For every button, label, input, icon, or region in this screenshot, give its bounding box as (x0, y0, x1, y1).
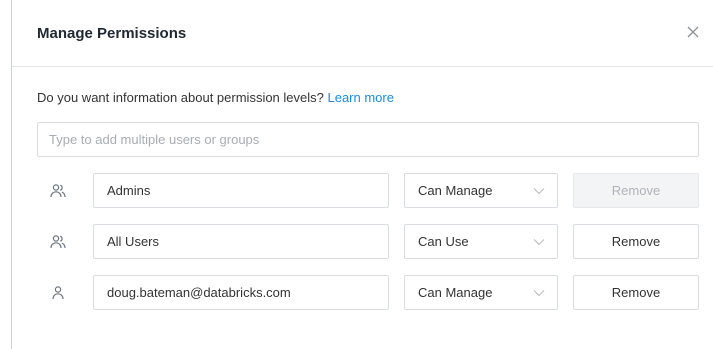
learn-more-link[interactable]: Learn more (327, 90, 393, 105)
principal-name-field[interactable]: Admins (93, 173, 389, 208)
permission-level-value: Can Manage (418, 183, 493, 198)
group-icon (49, 233, 67, 251)
close-icon[interactable] (683, 22, 703, 42)
permission-level-value: Can Use (418, 234, 469, 249)
remove-button[interactable]: Remove (573, 275, 699, 310)
chevron-down-icon (533, 288, 545, 298)
permission-info-text: Do you want information about permission… (37, 90, 328, 105)
permission-row: Admins Can Manage Remove (12, 173, 713, 208)
manage-permissions-dialog: Manage Permissions Do you want informati… (11, 0, 713, 349)
remove-button[interactable]: Remove (573, 224, 699, 259)
chevron-down-icon (533, 237, 545, 247)
permission-level-select[interactable]: Can Manage (404, 275, 558, 310)
principal-name-field[interactable]: doug.bateman@databricks.com (93, 275, 389, 310)
permission-level-value: Can Manage (418, 285, 493, 300)
permission-level-select[interactable]: Can Use (404, 224, 558, 259)
user-icon (49, 284, 67, 302)
permission-row: doug.bateman@databricks.com Can Manage R… (12, 275, 713, 310)
dialog-title: Manage Permissions (37, 25, 187, 42)
chevron-down-icon (533, 186, 545, 196)
permission-row: All Users Can Use Remove (12, 224, 713, 259)
dialog-header: Manage Permissions (12, 0, 713, 67)
add-users-groups-input[interactable] (37, 122, 699, 157)
principal-name-field[interactable]: All Users (93, 224, 389, 259)
group-icon (49, 182, 67, 200)
permission-level-select[interactable]: Can Manage (404, 173, 558, 208)
permission-info: Do you want information about permission… (37, 90, 394, 105)
remove-button[interactable]: Remove (573, 173, 699, 208)
